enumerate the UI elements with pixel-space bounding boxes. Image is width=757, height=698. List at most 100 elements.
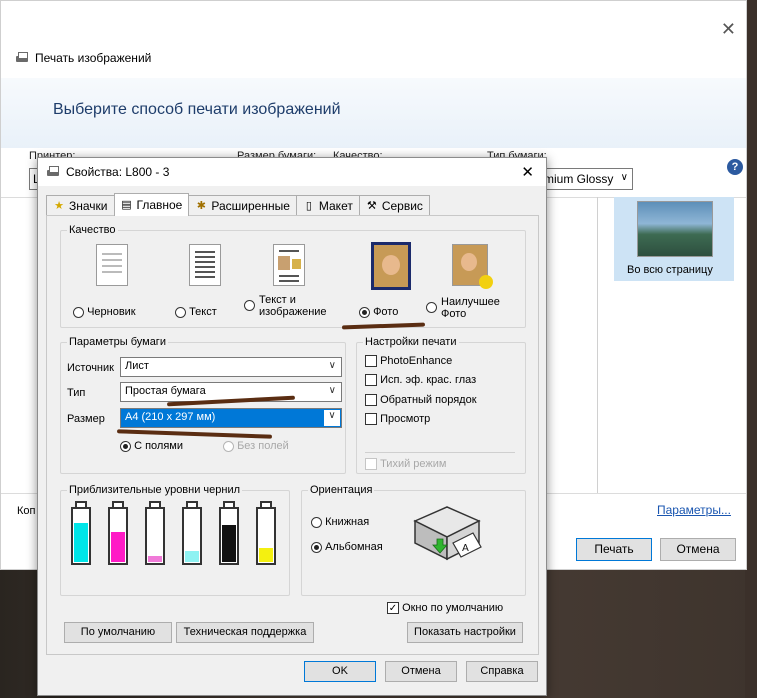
source-label: Источник: [67, 362, 114, 374]
quality-draft[interactable]: Черновик: [73, 244, 151, 318]
tab-advanced[interactable]: ✱ Расширенные: [188, 195, 297, 216]
divider: [365, 452, 515, 453]
layout-thumbnail: [637, 201, 713, 257]
ink-cartridge: [256, 501, 276, 565]
text-image-radio[interactable]: [244, 300, 255, 311]
paper-type-select[interactable]: mium Glossy ∨: [539, 168, 633, 190]
help-icon[interactable]: ?: [727, 159, 743, 175]
type-label: Тип: [67, 387, 86, 399]
ink-cartridge-cap: [186, 501, 198, 507]
star-icon: ★: [54, 200, 64, 212]
printer-icon: [46, 166, 60, 178]
portrait-option[interactable]: Книжная: [311, 516, 369, 528]
ink-cartridge-cap: [112, 501, 124, 507]
window-title-text: Печать изображений: [35, 51, 152, 65]
text-radio[interactable]: [175, 306, 186, 318]
default-window-label: Окно по умолчанию: [402, 602, 504, 614]
cancel-button[interactable]: Отмена: [385, 661, 457, 682]
draft-label: Черновик: [87, 306, 136, 318]
ink-cartridge-cap: [260, 501, 272, 507]
ink-level-fill: [148, 556, 162, 562]
default-window-option[interactable]: ✓ Окно по умолчанию: [387, 602, 504, 615]
tab-bar: ★ Значки ▤ Главное ✱ Расширенные ▯ Макет ⚒ Се…: [46, 193, 430, 216]
tab-layout[interactable]: ▯ Макет: [295, 195, 360, 216]
red-eye-option[interactable]: Исп. эф. крас. глаз: [365, 374, 476, 387]
ink-cartridge-cap: [149, 501, 161, 507]
quality-text-image[interactable]: Текст и изображение: [244, 244, 334, 318]
tab-service[interactable]: ⚒ Сервис: [358, 195, 430, 216]
layout-option-label: Во всю страницу: [627, 264, 713, 276]
margins-radio[interactable]: [120, 440, 131, 452]
reverse-order-checkbox[interactable]: [365, 394, 377, 407]
preview-label: Просмотр: [380, 413, 431, 425]
text-image-label: Текст и изображение: [259, 294, 327, 318]
text-image-document-icon: [273, 244, 305, 286]
photo-quality-icon: [371, 242, 411, 290]
support-button[interactable]: Техническая поддержка: [176, 622, 314, 643]
ok-button[interactable]: OK: [304, 661, 376, 682]
ink-cartridge: [71, 501, 91, 565]
reverse-order-option[interactable]: Обратный порядок: [365, 394, 477, 407]
tab-label: Макет: [318, 199, 353, 213]
red-eye-checkbox[interactable]: [365, 374, 377, 387]
ink-levels-legend: Приблизительные уровни чернил: [69, 484, 241, 496]
window-title: Печать изображений: [15, 51, 151, 65]
preview-checkbox[interactable]: [365, 413, 377, 426]
quality-photo[interactable]: Фото: [359, 242, 423, 318]
ink-level-fill: [259, 548, 273, 562]
tab-label: Расширенные: [211, 199, 290, 213]
ink-cartridge: [145, 501, 165, 565]
close-icon[interactable]: ✕: [521, 163, 534, 181]
source-value: Лист: [125, 360, 149, 372]
quiet-mode-label: Тихий режим: [380, 458, 447, 470]
options-link[interactable]: Параметры...: [657, 503, 731, 517]
photoenhance-checkbox[interactable]: [365, 355, 377, 368]
copies-label: Коп: [17, 505, 36, 517]
default-window-checkbox[interactable]: ✓: [387, 602, 399, 615]
tab-main[interactable]: ▤ Главное: [113, 193, 190, 216]
tab-icons[interactable]: ★ Значки: [46, 195, 115, 216]
print-settings-legend: Настройки печати: [365, 336, 457, 348]
landscape-option[interactable]: Альбомная: [311, 541, 383, 553]
quality-best-photo[interactable]: Наилучшее Фото: [426, 244, 514, 320]
photoenhance-option[interactable]: PhotoEnhance: [365, 355, 452, 368]
defaults-button[interactable]: По умолчанию: [64, 622, 172, 643]
size-label: Размер: [67, 413, 105, 425]
best-photo-label: Наилучшее Фото: [441, 296, 500, 320]
chevron-down-icon: ∨: [324, 410, 340, 426]
photo-radio[interactable]: [359, 306, 370, 318]
margins-option[interactable]: С полями: [120, 440, 183, 452]
text-label: Текст: [189, 306, 217, 318]
printer-icon: [15, 52, 29, 64]
ink-level-fill: [111, 532, 125, 562]
best-photo-radio[interactable]: [426, 302, 437, 313]
paper-type-value: Простая бумага: [125, 385, 206, 397]
paper-size-value: A4 (210 x 297 мм): [125, 411, 216, 423]
quiet-mode-checkbox: [365, 458, 377, 471]
portrait-label: Книжная: [325, 516, 370, 528]
portrait-radio[interactable]: [311, 516, 322, 528]
printer-orientation-icon: A: [407, 499, 487, 569]
draft-radio[interactable]: [73, 306, 84, 318]
source-select[interactable]: Лист ∨: [120, 357, 342, 377]
photo-label: Фото: [373, 306, 399, 318]
close-icon[interactable]: ✕: [721, 19, 736, 40]
help-button[interactable]: Справка: [466, 661, 538, 682]
preview-option[interactable]: Просмотр: [365, 413, 431, 426]
landscape-radio[interactable]: [311, 541, 322, 553]
draft-document-icon: [96, 244, 128, 286]
ink-cartridge: [108, 501, 128, 565]
print-button[interactable]: Печать: [576, 538, 652, 561]
ink-cartridge: [182, 501, 202, 565]
show-settings-button[interactable]: Показать настройки: [407, 622, 523, 643]
cancel-button[interactable]: Отмена: [660, 538, 736, 561]
reverse-order-label: Обратный порядок: [380, 394, 477, 406]
paper-size-select[interactable]: A4 (210 x 297 мм) ∨: [120, 408, 342, 428]
dialog-titlebar: Свойства: L800 - 3 ✕: [38, 158, 546, 186]
quiet-mode-option: Тихий режим: [365, 458, 447, 471]
chevron-down-icon: ∨: [328, 385, 336, 396]
dialog-title: Свойства: L800 - 3: [66, 165, 170, 179]
landscape-label: Альбомная: [325, 541, 383, 553]
quality-text[interactable]: Текст: [175, 244, 235, 318]
ink-cartridge-cap: [75, 501, 87, 507]
